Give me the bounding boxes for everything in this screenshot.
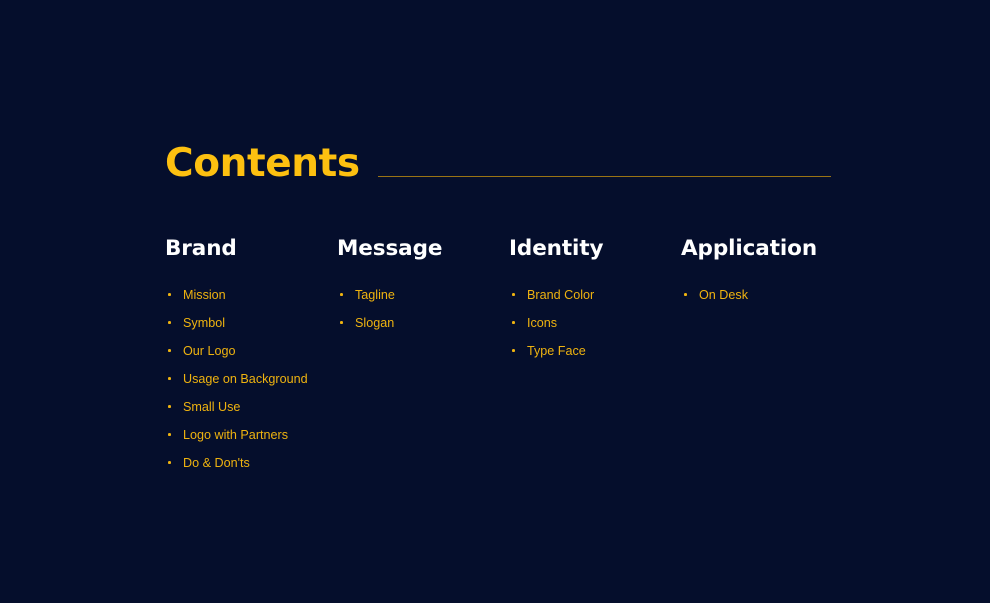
bullet-icon <box>168 349 171 352</box>
list-item-label: Type Face <box>527 344 586 358</box>
bullet-icon <box>340 321 343 324</box>
contents-column: Identity Brand Color Icons Type Face <box>509 236 681 358</box>
list-item-label: Icons <box>527 316 558 330</box>
list-item[interactable]: Small Use <box>165 400 337 414</box>
list-item-label: Tagline <box>355 288 395 302</box>
list-item[interactable]: Type Face <box>509 344 681 358</box>
list-item[interactable]: Tagline <box>337 288 509 302</box>
list-item[interactable]: Brand Color <box>509 288 681 302</box>
contents-columns: Brand Mission Symbol Our Logo Usage on Backg… <box>165 236 865 470</box>
bullet-icon <box>684 293 687 296</box>
contents-column: Application On Desk <box>681 236 853 302</box>
list-item[interactable]: Symbol <box>165 316 337 330</box>
list-item[interactable]: Usage on Background <box>165 372 337 386</box>
bullet-icon <box>168 293 171 296</box>
bullet-icon <box>168 461 171 464</box>
column-list: Tagline Slogan <box>337 288 509 330</box>
contents-slide: Contents Brand Mission Symbol Our Logo Usage… <box>0 0 990 603</box>
bullet-icon <box>168 377 171 380</box>
column-list: Mission Symbol Our Logo Usage on Background… <box>165 288 337 470</box>
bullet-icon <box>512 349 515 352</box>
list-item-label: Logo with Partners <box>183 428 289 442</box>
list-item[interactable]: Slogan <box>337 316 509 330</box>
list-item-label: Mission <box>183 288 226 302</box>
list-item[interactable]: Do & Don'ts <box>165 456 337 470</box>
bullet-icon <box>168 433 171 436</box>
list-item[interactable]: Icons <box>509 316 681 330</box>
list-item-label: Brand Color <box>527 288 595 302</box>
column-title: Application <box>681 236 818 261</box>
contents-column: Message Tagline Slogan <box>337 236 509 330</box>
title-divider-rule <box>377 176 831 177</box>
list-item[interactable]: Logo with Partners <box>165 428 337 442</box>
list-item-label: Slogan <box>355 316 395 330</box>
bullet-icon <box>512 321 515 324</box>
bullet-icon <box>168 405 171 408</box>
column-list: Brand Color Icons Type Face <box>509 288 681 358</box>
list-item-label: Symbol <box>183 316 225 330</box>
title-row: Contents <box>165 138 831 186</box>
list-item-label: Do & Don'ts <box>183 456 250 470</box>
list-item-label: Usage on Background <box>183 372 308 386</box>
column-title: Identity <box>509 236 604 261</box>
column-title: Message <box>337 236 443 261</box>
column-title: Brand <box>165 236 237 261</box>
list-item[interactable]: Mission <box>165 288 337 302</box>
bullet-icon <box>340 293 343 296</box>
list-item-label: On Desk <box>699 288 748 302</box>
page-title: Contents <box>165 141 360 186</box>
contents-column: Brand Mission Symbol Our Logo Usage on Backg… <box>165 236 337 470</box>
bullet-icon <box>512 293 515 296</box>
list-item[interactable]: Our Logo <box>165 344 337 358</box>
list-item[interactable]: On Desk <box>681 288 853 302</box>
bullet-icon <box>168 321 171 324</box>
list-item-label: Small Use <box>183 400 241 414</box>
column-list: On Desk <box>681 288 853 302</box>
list-item-label: Our Logo <box>183 344 236 358</box>
